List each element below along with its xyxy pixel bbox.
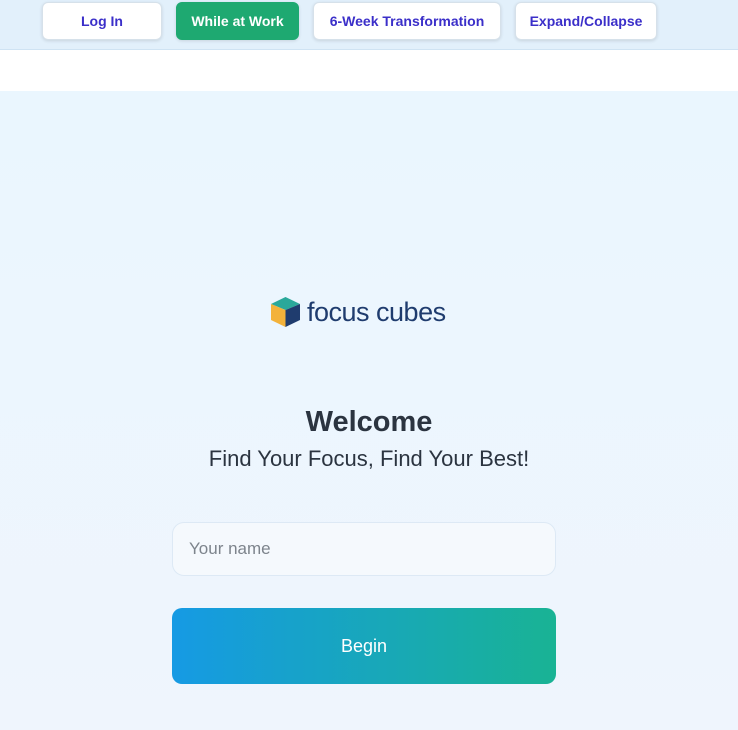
focus-cubes-logo: focus cubes (270, 295, 446, 329)
welcome-heading: Welcome (305, 406, 433, 438)
header-spacer (0, 51, 738, 91)
six-week-transformation-button[interactable]: 6-Week Transformation (313, 2, 501, 40)
cube-icon (271, 297, 300, 327)
begin-button[interactable]: Begin (172, 608, 556, 684)
logo-text: focus cubes (307, 296, 446, 327)
expand-collapse-button[interactable]: Expand/Collapse (515, 2, 657, 40)
login-button[interactable]: Log In (42, 2, 162, 40)
while-at-work-button[interactable]: While at Work (176, 2, 299, 40)
welcome-subtitle: Find Your Focus, Find Your Best! (208, 446, 530, 471)
top-nav-bar: Log In While at Work 6-Week Transformati… (0, 0, 738, 50)
name-input[interactable] (172, 522, 556, 576)
